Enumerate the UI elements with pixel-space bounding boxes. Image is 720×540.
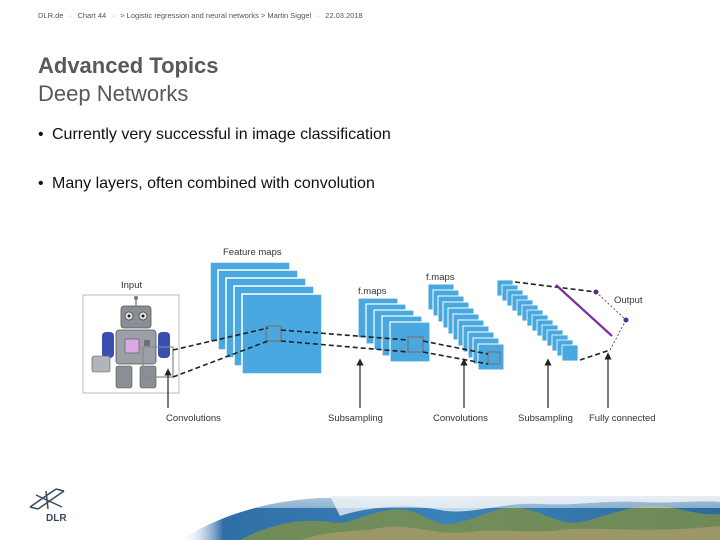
label-stage-subsampling-1: Subsampling bbox=[328, 413, 383, 424]
earth-image-banner bbox=[180, 496, 720, 540]
label-stage-fully-connected: Fully connected bbox=[589, 413, 656, 424]
label-stage-convolutions-1: Convolutions bbox=[166, 413, 221, 424]
label-input: Input bbox=[121, 280, 142, 291]
label-output: Output bbox=[614, 295, 643, 306]
input-image bbox=[82, 294, 180, 394]
cnn-diagram: Input Feature maps f.maps f.maps Output … bbox=[82, 247, 656, 424]
label-fmaps-1: f.maps bbox=[358, 286, 387, 297]
feature-maps-stack-4 bbox=[496, 279, 579, 362]
feature-maps-stack-2 bbox=[357, 297, 431, 363]
label-stage-subsampling-2: Subsampling bbox=[518, 413, 573, 424]
label-fmaps-2: f.maps bbox=[426, 272, 455, 283]
dlr-logo: DLR bbox=[29, 488, 67, 524]
label-feature-maps: Feature maps bbox=[223, 247, 282, 258]
feature-maps-stack-3 bbox=[427, 283, 505, 371]
dlr-logo-text: DLR bbox=[46, 513, 67, 524]
label-stage-convolutions-2: Convolutions bbox=[433, 413, 488, 424]
output-connection bbox=[555, 284, 629, 337]
